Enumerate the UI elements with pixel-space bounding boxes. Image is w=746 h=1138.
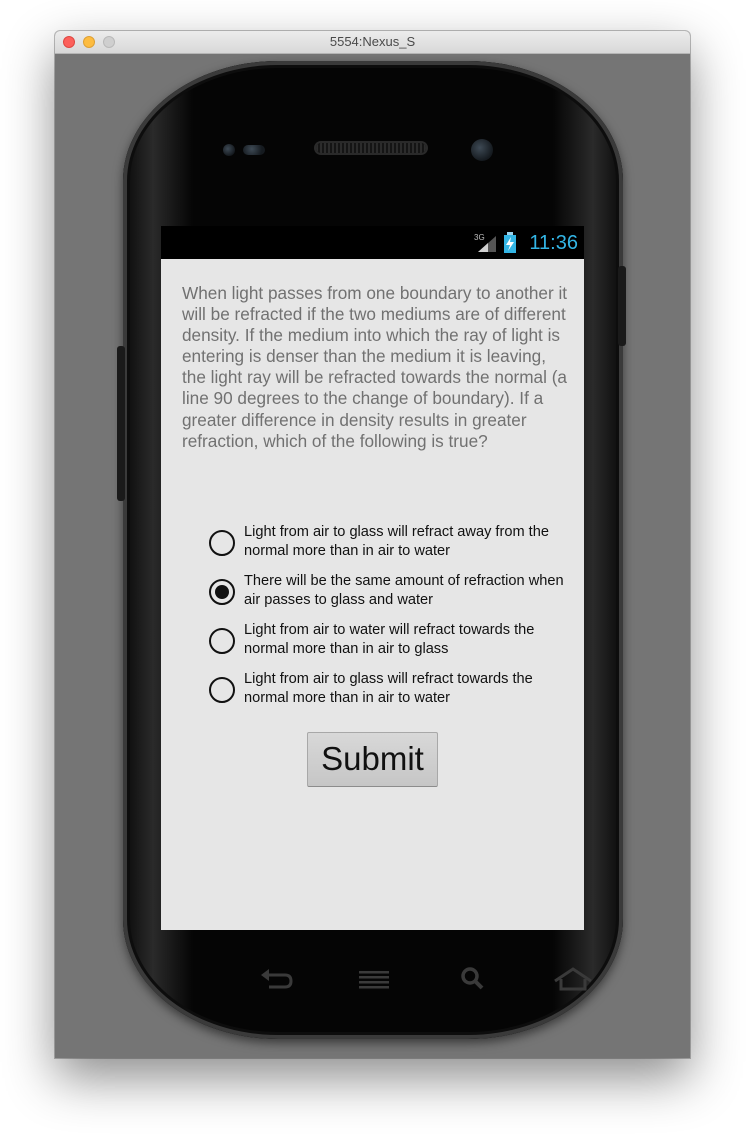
answer-label[interactable]: Light from air to glass will refract tow… xyxy=(244,670,579,707)
back-icon[interactable] xyxy=(257,963,297,993)
earpiece-speaker xyxy=(316,143,426,153)
phone-frame: 3G 11:36 When light passes from one boun… xyxy=(117,61,626,1039)
radio-button[interactable] xyxy=(209,530,235,556)
power-button[interactable] xyxy=(618,266,626,346)
answer-radio-group: Light from air to glass will refract awa… xyxy=(209,523,579,719)
radio-button[interactable] xyxy=(209,677,235,703)
light-sensor xyxy=(243,145,265,155)
radio-button[interactable] xyxy=(209,628,235,654)
window-title: 5554:Nexus_S xyxy=(329,34,416,49)
answer-label[interactable]: Light from air to water will refract tow… xyxy=(244,621,579,658)
volume-button[interactable] xyxy=(117,346,125,501)
answer-label[interactable]: Light from air to glass will refract awa… xyxy=(244,523,579,560)
front-camera xyxy=(471,139,493,161)
title-bar: 5554:Nexus_S xyxy=(55,31,690,54)
answer-option[interactable]: Light from air to glass will refract awa… xyxy=(209,523,579,572)
menu-icon[interactable] xyxy=(355,963,395,993)
question-text: When light passes from one boundary to a… xyxy=(182,283,568,451)
answer-option[interactable]: There will be the same amount of refract… xyxy=(209,572,579,621)
answer-label[interactable]: There will be the same amount of refract… xyxy=(244,572,579,609)
status-time: 11:36 xyxy=(529,232,578,254)
battery-charging-icon xyxy=(504,232,516,253)
home-icon[interactable] xyxy=(553,963,593,993)
radio-button-selected[interactable] xyxy=(209,579,235,605)
submit-button[interactable]: Submit xyxy=(307,732,438,787)
status-bar: 3G 11:36 xyxy=(161,226,584,259)
emulator-window: 5554:Nexus_S 3G 11:36 When light passes … xyxy=(55,31,690,1058)
proximity-sensor xyxy=(223,144,235,156)
search-icon[interactable] xyxy=(455,963,495,993)
answer-option[interactable]: Light from air to glass will refract tow… xyxy=(209,670,579,719)
signal-icon: 3G xyxy=(474,233,496,252)
app-screen: When light passes from one boundary to a… xyxy=(161,259,584,930)
network-type-label: 3G xyxy=(474,233,485,242)
answer-option[interactable]: Light from air to water will refract tow… xyxy=(209,621,579,670)
